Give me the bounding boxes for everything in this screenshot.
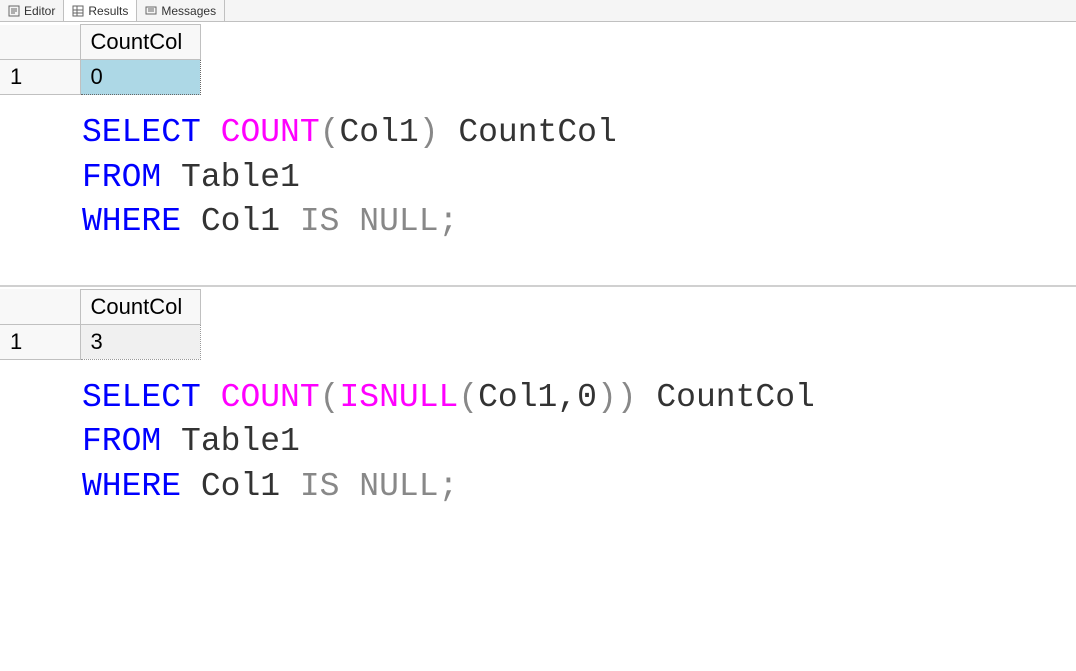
- results-content: CountCol 1 0 SELECT COUNT(Col1) CountCol…: [0, 24, 1076, 549]
- tab-messages-label: Messages: [161, 4, 216, 18]
- cell-value[interactable]: 3: [80, 324, 200, 359]
- isnull-args: Col1,0: [478, 379, 597, 416]
- sql-query-1: SELECT COUNT(Col1) CountCol FROM Table1 …: [0, 95, 1076, 245]
- alias: CountCol: [439, 114, 617, 151]
- kw-is: IS: [300, 468, 340, 505]
- result-grid-2: CountCol 1 3: [0, 289, 201, 360]
- paren-open: (: [320, 379, 340, 416]
- kw-where: WHERE: [82, 468, 181, 505]
- editor-icon: [8, 5, 20, 17]
- space: [339, 203, 359, 240]
- tab-editor[interactable]: Editor: [0, 0, 64, 21]
- results-icon: [72, 5, 84, 17]
- tab-results-label: Results: [88, 4, 128, 18]
- paren-close: ): [617, 379, 637, 416]
- kw-where: WHERE: [82, 203, 181, 240]
- table-row[interactable]: 1 3: [0, 324, 200, 359]
- paren-open-2: (: [458, 379, 478, 416]
- grid-corner: [0, 25, 80, 60]
- column-header[interactable]: CountCol: [80, 289, 200, 324]
- kw-null: NULL: [359, 468, 438, 505]
- kw-null: NULL: [359, 203, 438, 240]
- cell-value[interactable]: 0: [80, 60, 200, 95]
- result-block-1: CountCol 1 0 SELECT COUNT(Col1) CountCol…: [0, 24, 1076, 287]
- tab-results[interactable]: Results: [64, 0, 137, 21]
- fn-count: COUNT: [221, 114, 320, 151]
- kw-from: FROM: [82, 423, 161, 460]
- space: [339, 468, 359, 505]
- result-grid-1: CountCol 1 0: [0, 24, 201, 95]
- kw-from: FROM: [82, 159, 161, 196]
- tab-bar: Editor Results Messages: [0, 0, 1076, 22]
- grid-corner: [0, 289, 80, 324]
- arg-col1: Col1: [339, 114, 418, 151]
- tab-messages[interactable]: Messages: [137, 0, 225, 21]
- fn-count: COUNT: [221, 379, 320, 416]
- result-block-2: CountCol 1 3 SELECT COUNT(ISNULL(Col1,0)…: [0, 289, 1076, 550]
- where-col: Col1: [181, 468, 300, 505]
- tab-editor-label: Editor: [24, 4, 55, 18]
- paren-open: (: [320, 114, 340, 151]
- table-name: Table1: [161, 423, 300, 460]
- fn-isnull: ISNULL: [339, 379, 458, 416]
- paren-close-2: ): [597, 379, 617, 416]
- paren-close: ): [419, 114, 439, 151]
- row-number: 1: [0, 60, 80, 95]
- kw-select: SELECT: [82, 379, 201, 416]
- alias: CountCol: [637, 379, 815, 416]
- table-name: Table1: [161, 159, 300, 196]
- row-number: 1: [0, 324, 80, 359]
- messages-icon: [145, 5, 157, 17]
- where-col: Col1: [181, 203, 300, 240]
- semicolon: ;: [439, 203, 459, 240]
- sql-query-2: SELECT COUNT(ISNULL(Col1,0)) CountCol FR…: [0, 360, 1076, 510]
- table-row[interactable]: 1 0: [0, 60, 200, 95]
- kw-select: SELECT: [82, 114, 201, 151]
- kw-is: IS: [300, 203, 340, 240]
- column-header[interactable]: CountCol: [80, 25, 200, 60]
- semicolon: ;: [439, 468, 459, 505]
